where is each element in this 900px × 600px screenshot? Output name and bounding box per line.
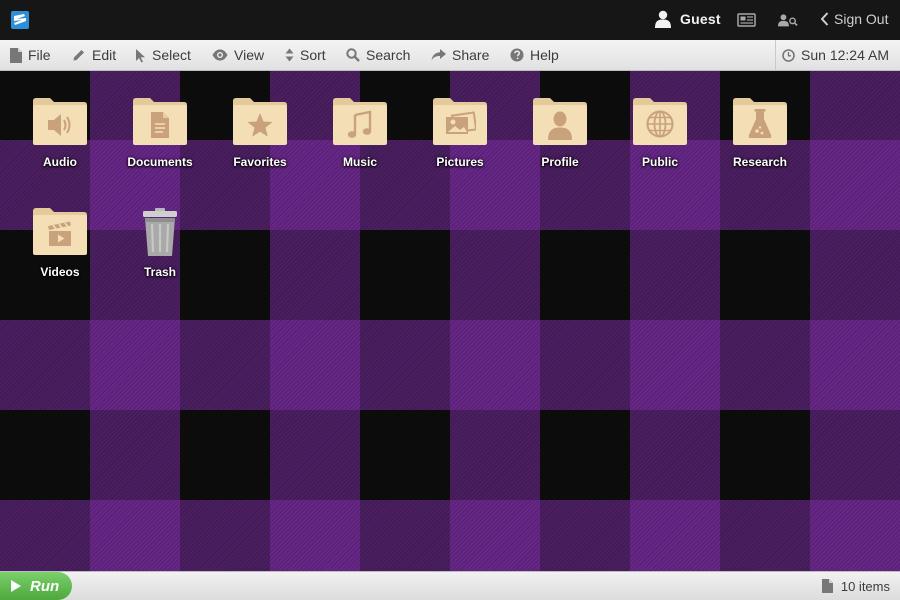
item-count-label: 10 items: [840, 578, 890, 594]
run-label: Run: [30, 577, 60, 595]
clapperboard-icon: [48, 221, 71, 246]
desktop-item-profile[interactable]: Profile: [510, 71, 610, 176]
user-menu[interactable]: Guest: [655, 10, 721, 28]
share-icon: [431, 49, 446, 61]
desktop-item-label: Videos: [40, 265, 80, 279]
menu-view[interactable]: View: [212, 40, 264, 70]
menu-view-label: View: [234, 47, 265, 63]
speaker-icon: [48, 114, 71, 136]
flask-icon: [748, 109, 772, 138]
menu-edit[interactable]: Edit: [72, 40, 116, 70]
help-icon: [510, 48, 524, 62]
desktop-item-label: Music: [342, 155, 377, 169]
desktop-item-documents[interactable]: Documents: [110, 71, 210, 176]
desktop-item-label: Documents: [127, 155, 193, 169]
desktop-item-favorites[interactable]: Favorites: [210, 71, 310, 176]
music-note-icon: [347, 110, 372, 138]
item-count: 10 items: [821, 572, 890, 600]
eye-icon: [212, 49, 228, 61]
menu-sort[interactable]: Sort: [285, 40, 326, 70]
menu-file-label: File: [28, 47, 51, 63]
document-icon: [151, 112, 169, 138]
play-icon: [11, 580, 21, 592]
file-icon: [10, 47, 22, 63]
desktop-item-trash[interactable]: Trash: [110, 181, 210, 286]
menu-share-label: Share: [452, 47, 490, 63]
desktop-item-label: Profile: [541, 155, 579, 169]
menu-bar: File Edit Select View Sort Search Share …: [0, 40, 900, 71]
menu-help-label: Help: [530, 47, 559, 63]
desktop-item-label: Favorites: [233, 155, 287, 169]
newspaper-icon[interactable]: [737, 12, 757, 28]
star-icon: [247, 113, 273, 137]
menu-search-label: Search: [366, 47, 411, 63]
status-bar: Run 10 items: [0, 571, 900, 600]
app-logo-icon[interactable]: [11, 11, 29, 29]
desktop-item-pictures[interactable]: Pictures: [410, 71, 510, 176]
user-search-icon[interactable]: [778, 12, 798, 28]
person-icon: [548, 111, 572, 140]
top-header: Guest Sign Out: [0, 0, 900, 40]
desktop-item-label: Pictures: [436, 155, 484, 169]
cursor-icon: [136, 48, 145, 62]
search-icon: [346, 48, 360, 62]
user-icon: [655, 10, 671, 28]
menu-share[interactable]: Share: [431, 40, 489, 70]
file-icon: [821, 579, 833, 593]
desktop-item-research[interactable]: Research: [710, 71, 810, 176]
desktop-item-audio[interactable]: Audio: [10, 71, 110, 176]
menu-select[interactable]: Select: [135, 40, 191, 70]
globe-icon: [646, 110, 674, 138]
clock-time: Sun 12:24 AM: [801, 47, 889, 63]
menu-select-label: Select: [152, 47, 191, 63]
desktop-screen: Guest Sign Out File Edit Select View Sor…: [0, 0, 900, 600]
sign-out-button[interactable]: Sign Out: [820, 11, 888, 27]
menu-search[interactable]: Search: [346, 40, 410, 70]
menu-file[interactable]: File: [10, 40, 51, 70]
clock[interactable]: Sun 12:24 AM: [775, 40, 900, 70]
pencil-icon: [73, 50, 84, 61]
trash-icon: [143, 208, 177, 256]
desktop-item-label: Public: [641, 155, 678, 169]
run-button[interactable]: Run: [0, 572, 72, 600]
sort-icon: [285, 48, 294, 62]
user-name: Guest: [680, 11, 721, 27]
desktop-item-videos[interactable]: Videos: [10, 181, 110, 286]
menu-edit-label: Edit: [92, 47, 117, 63]
picture-icon: [446, 111, 476, 134]
desktop-item-label: Audio: [43, 155, 77, 169]
menu-sort-label: Sort: [300, 47, 326, 63]
menu-help[interactable]: Help: [510, 40, 559, 70]
desktop-item-label: Research: [732, 155, 788, 169]
desktop-item-music[interactable]: Music: [310, 71, 410, 176]
desktop-item-label: Trash: [143, 265, 176, 279]
clock-icon: [782, 48, 795, 62]
sign-out-label: Sign Out: [834, 11, 889, 27]
chevron-left-icon: [820, 12, 829, 26]
desktop-item-public[interactable]: Public: [610, 71, 710, 176]
desktop-area[interactable]: Audio Documents Favorites Music Pictures…: [0, 71, 900, 571]
